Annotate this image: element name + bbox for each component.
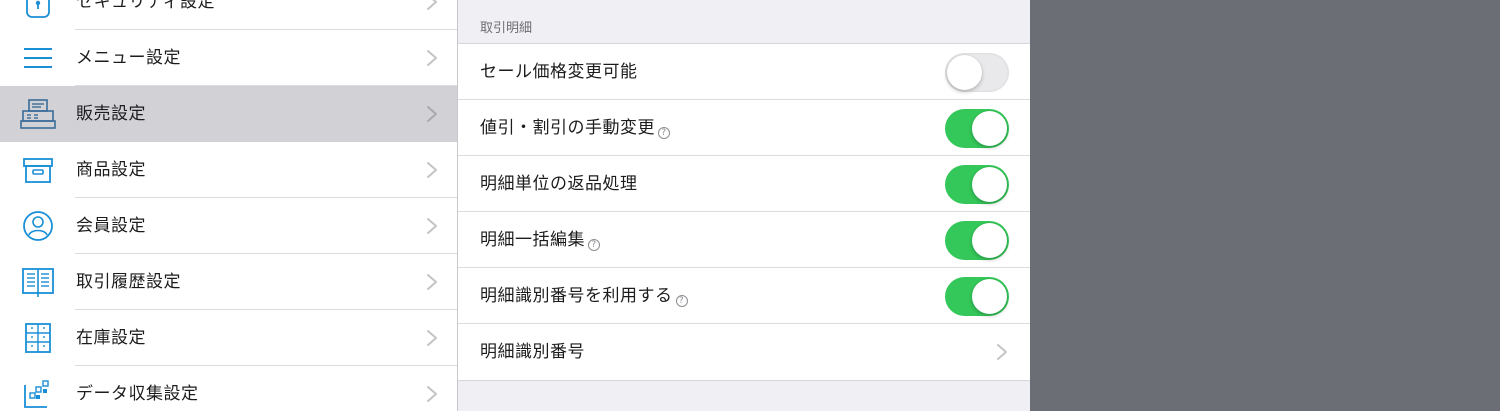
chevron-right-icon	[426, 105, 438, 123]
chevron-right-icon	[996, 343, 1008, 361]
setting-row-line-id[interactable]: 明細識別番号	[458, 324, 1030, 380]
sidebar-item-sales[interactable]: 販売設定	[0, 86, 457, 142]
setting-label-wrap: 値引・割引の手動変更?	[480, 100, 670, 156]
sidebar-item-label: データ収集設定	[76, 384, 199, 404]
menu-icon	[18, 40, 58, 76]
toggle-knob	[972, 223, 1007, 258]
sidebar-item-transaction-history[interactable]: 取引履歴設定	[0, 254, 457, 310]
sidebar-item-label: 取引履歴設定	[76, 272, 181, 292]
lock-icon	[18, 0, 58, 20]
chevron-right-icon	[426, 217, 438, 235]
setting-row-manual-discount: 値引・割引の手動変更?	[458, 100, 1030, 156]
sidebar-item-inventory[interactable]: 在庫設定	[0, 310, 457, 366]
chevron-right-icon	[426, 161, 438, 179]
sales-settings-panel: 取引明細 セール価格変更可能 値引・割引の手動変更? 明細単位の返品処理 明細一…	[458, 0, 1030, 411]
line-return-toggle[interactable]	[945, 165, 1009, 204]
toggle-knob	[972, 167, 1007, 202]
setting-label: 明細識別番号	[480, 342, 585, 362]
help-icon[interactable]: ?	[658, 127, 670, 139]
toggle-knob	[972, 279, 1007, 314]
sidebar-item-members[interactable]: 会員設定	[0, 198, 457, 254]
setting-label-wrap: 明細一括編集?	[480, 212, 600, 268]
sidebar-item-label: 商品設定	[76, 160, 146, 180]
sidebar-item-label: メニュー設定	[76, 48, 181, 68]
chevron-right-icon	[426, 385, 438, 403]
setting-label: 明細識別番号を利用する	[480, 286, 673, 306]
sidebar-item-menu[interactable]: メニュー設定	[0, 30, 457, 86]
sidebar-item-label: 販売設定	[76, 104, 146, 124]
sidebar-item-label: 会員設定	[76, 216, 146, 236]
chevron-right-icon	[426, 0, 438, 11]
toggle-knob	[947, 55, 982, 90]
setting-row-use-line-id: 明細識別番号を利用する?	[458, 268, 1030, 324]
setting-row-line-return: 明細単位の返品処理	[458, 156, 1030, 212]
toggle-knob	[972, 111, 1007, 146]
setting-row-bulk-edit: 明細一括編集?	[458, 212, 1030, 268]
setting-label: 明細一括編集	[480, 230, 585, 250]
shelves-icon	[18, 320, 58, 356]
settings-sidebar: セキュリティ設定 メニュー設定 販売設定 商品設定 会員設定 取引履歴設定 在庫…	[0, 0, 458, 411]
register-icon	[18, 96, 58, 132]
use-line-id-toggle[interactable]	[945, 277, 1009, 316]
setting-row-sale-price-change: セール価格変更可能	[458, 44, 1030, 100]
box-icon	[18, 152, 58, 188]
chevron-right-icon	[426, 273, 438, 291]
setting-label: 値引・割引の手動変更	[480, 118, 655, 138]
dimmed-overlay[interactable]	[1030, 0, 1500, 411]
chevron-right-icon	[426, 49, 438, 67]
help-icon[interactable]: ?	[588, 239, 600, 251]
book-icon	[18, 264, 58, 300]
setting-label-wrap: 明細識別番号を利用する?	[480, 268, 688, 324]
section-header: 取引明細	[480, 21, 533, 36]
sale-price-change-toggle[interactable]	[945, 53, 1009, 92]
manual-discount-toggle[interactable]	[945, 109, 1009, 148]
chevron-right-icon	[426, 329, 438, 347]
user-icon	[18, 208, 58, 244]
sidebar-item-products[interactable]: 商品設定	[0, 142, 457, 198]
sidebar-item-security[interactable]: セキュリティ設定	[0, 0, 457, 30]
sidebar-item-data-collection[interactable]: データ収集設定	[0, 366, 457, 411]
setting-label: 明細単位の返品処理	[480, 174, 638, 194]
sidebar-item-label: セキュリティ設定	[76, 0, 215, 12]
setting-label: セール価格変更可能	[480, 62, 638, 82]
sidebar-item-label: 在庫設定	[76, 328, 146, 348]
data-icon	[18, 376, 58, 411]
help-icon[interactable]: ?	[675, 295, 688, 307]
bulk-edit-toggle[interactable]	[945, 221, 1009, 260]
settings-group: セール価格変更可能 値引・割引の手動変更? 明細単位の返品処理 明細一括編集? …	[458, 43, 1030, 381]
